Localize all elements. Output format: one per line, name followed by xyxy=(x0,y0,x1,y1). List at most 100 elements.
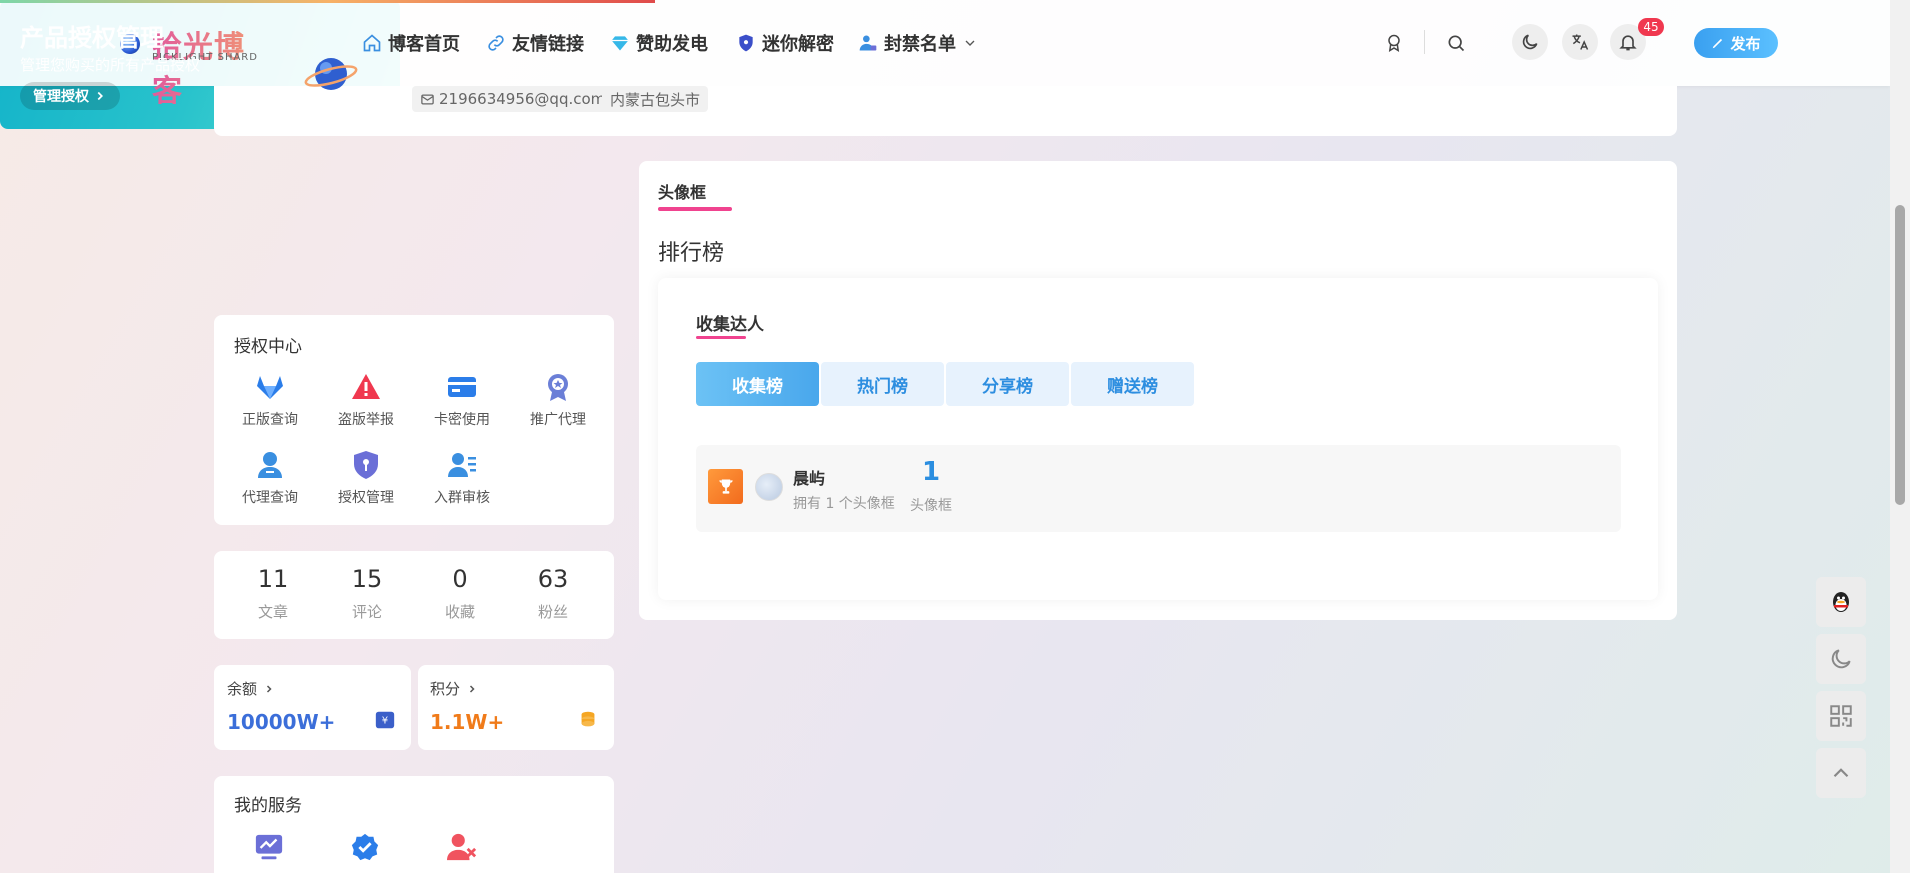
service-piracy-report[interactable]: 盗版举报 xyxy=(326,371,406,429)
chart-monitor-icon[interactable] xyxy=(254,832,284,862)
entry-unit: 头像框 xyxy=(910,498,952,514)
mail-icon xyxy=(421,94,434,104)
stat-label: 粉丝 xyxy=(537,603,568,621)
side-dark-mode-button[interactable] xyxy=(1816,634,1866,684)
card-icon xyxy=(448,377,476,397)
email-tag: 2196634956@qq.com xyxy=(412,86,614,112)
email-text: 2196634956@qq.com xyxy=(439,90,606,108)
home-icon xyxy=(363,34,381,52)
balance-label: 余额 xyxy=(227,680,258,698)
nav-item-decrypt[interactable]: 迷你解密 xyxy=(736,30,834,56)
stat-articles[interactable]: 11 文章 xyxy=(238,565,308,622)
auth-center-title: 授权中心 xyxy=(234,337,302,357)
pencil-icon xyxy=(1713,38,1723,49)
scrollbar-thumb[interactable] xyxy=(1895,205,1905,505)
avatar[interactable] xyxy=(755,473,783,501)
entry-desc: 拥有 1 个头像框 xyxy=(793,496,895,512)
dark-mode-icon[interactable] xyxy=(1512,24,1548,60)
points-value: 1.1W+ xyxy=(430,710,505,734)
nav-item-banlist[interactable]: 封禁名单 xyxy=(858,30,984,56)
stat-label: 文章 xyxy=(257,603,288,621)
location-tag: 内蒙古包头市 xyxy=(602,86,709,112)
balance-header: 余额 xyxy=(227,678,275,699)
user-icon xyxy=(258,452,282,478)
stat-followers[interactable]: 63 粉丝 xyxy=(518,565,588,622)
user-remove-icon[interactable] xyxy=(446,832,478,862)
notification-badge: 45 xyxy=(1638,18,1664,36)
my-services-card: 我的服务 xyxy=(214,776,614,873)
nav-label: 迷你解密 xyxy=(762,34,834,55)
entry-name[interactable]: 晨屿 xyxy=(793,465,825,489)
nav-label: 赞助发电 xyxy=(636,34,708,55)
service-label: 入群审核 xyxy=(434,490,490,506)
points-card[interactable]: 积分 1.1W+ xyxy=(418,665,614,750)
chevron-down-icon xyxy=(965,40,975,46)
service-label: 授权管理 xyxy=(338,490,394,506)
user-lock-icon xyxy=(859,35,877,51)
publish-button[interactable]: 发布 xyxy=(1694,28,1778,58)
chevron-up-icon xyxy=(1833,768,1849,778)
qq-contact-button[interactable] xyxy=(1816,577,1866,627)
chevron-right-icon xyxy=(469,684,475,693)
auth-center-card: 授权中心 正版查询 盗版举报 卡密使用 推广代理 代理查询 授权管理 入群审核 xyxy=(214,315,614,525)
stat-value: 63 xyxy=(537,565,569,593)
promo-title: 产品授权管理 xyxy=(20,24,164,52)
qq-penguin-icon xyxy=(1833,592,1849,612)
stat-comments[interactable]: 15 评论 xyxy=(332,565,402,622)
trophy-icon xyxy=(718,479,733,494)
header-divider xyxy=(1424,30,1425,54)
service-genuine-check[interactable]: 正版查询 xyxy=(230,371,310,429)
tab-collect-rank[interactable]: 收集榜 xyxy=(696,362,819,406)
tab-gift-rank[interactable]: 赠送榜 xyxy=(1071,362,1194,406)
user-list-icon xyxy=(448,453,476,477)
service-agent-query[interactable]: 代理查询 xyxy=(230,449,310,507)
stat-label: 收藏 xyxy=(444,603,475,621)
service-group-review[interactable]: 入群审核 xyxy=(422,449,502,507)
service-label: 正版查询 xyxy=(242,412,298,428)
stat-label: 评论 xyxy=(351,603,382,621)
balance-card[interactable]: 余额 10000W+ ¥ xyxy=(214,665,411,750)
shield-key-icon xyxy=(354,451,378,479)
nav-item-links[interactable]: 友情链接 xyxy=(486,30,584,56)
verified-badge-icon[interactable] xyxy=(350,832,380,862)
search-icon[interactable] xyxy=(1438,25,1474,61)
moon-icon xyxy=(1831,649,1851,669)
award-icon xyxy=(548,374,568,401)
service-card-use[interactable]: 卡密使用 xyxy=(422,371,502,429)
tab-avatar-frame[interactable]: 头像框 xyxy=(658,179,706,203)
stats-card: 11 文章 15 评论 0 收藏 63 粉丝 xyxy=(214,551,614,639)
chevron-right-icon xyxy=(97,91,103,101)
coins-icon xyxy=(581,711,595,727)
qr-code-button[interactable] xyxy=(1816,691,1866,741)
translate-icon[interactable] xyxy=(1562,24,1598,60)
tab-share-rank[interactable]: 分享榜 xyxy=(946,362,1069,406)
inner-tab-collector[interactable]: 收集达人 xyxy=(696,310,764,335)
gitlab-icon xyxy=(257,376,283,399)
diamond-icon xyxy=(611,36,629,51)
nav-item-home[interactable]: 博客首页 xyxy=(362,30,460,56)
points-label: 积分 xyxy=(430,680,461,698)
manage-license-button[interactable]: 管理授权 xyxy=(20,82,120,110)
stat-favorites[interactable]: 0 收藏 xyxy=(425,565,495,622)
service-promo-agent[interactable]: 推广代理 xyxy=(518,371,598,429)
trophy-badge xyxy=(708,469,743,504)
back-to-top-button[interactable] xyxy=(1816,748,1866,798)
medal-icon[interactable] xyxy=(1376,25,1412,61)
points-header: 积分 xyxy=(430,678,478,699)
nav-label: 博客首页 xyxy=(388,34,460,55)
nav-item-sponsor[interactable]: 赞助发电 xyxy=(610,30,708,56)
ranking-title: 排行榜 xyxy=(658,241,725,266)
link-icon xyxy=(488,35,504,51)
planet-icon xyxy=(304,58,358,90)
svg-text:¥: ¥ xyxy=(382,716,388,727)
chevron-right-icon xyxy=(266,684,272,693)
ranking-entry[interactable]: 晨屿 拥有 1 个头像框 1 头像框 xyxy=(696,445,1621,532)
tab-hot-rank[interactable]: 热门榜 xyxy=(821,362,944,406)
nav-label: 封禁名单 xyxy=(884,34,956,55)
inner-tab-underline xyxy=(696,336,746,339)
promo-subtitle: 管理您购买的所有产品授权 xyxy=(20,56,201,74)
my-services-title: 我的服务 xyxy=(234,796,302,816)
warning-icon xyxy=(352,374,380,399)
manage-license-label: 管理授权 xyxy=(33,89,89,105)
service-license-manage[interactable]: 授权管理 xyxy=(326,449,406,507)
